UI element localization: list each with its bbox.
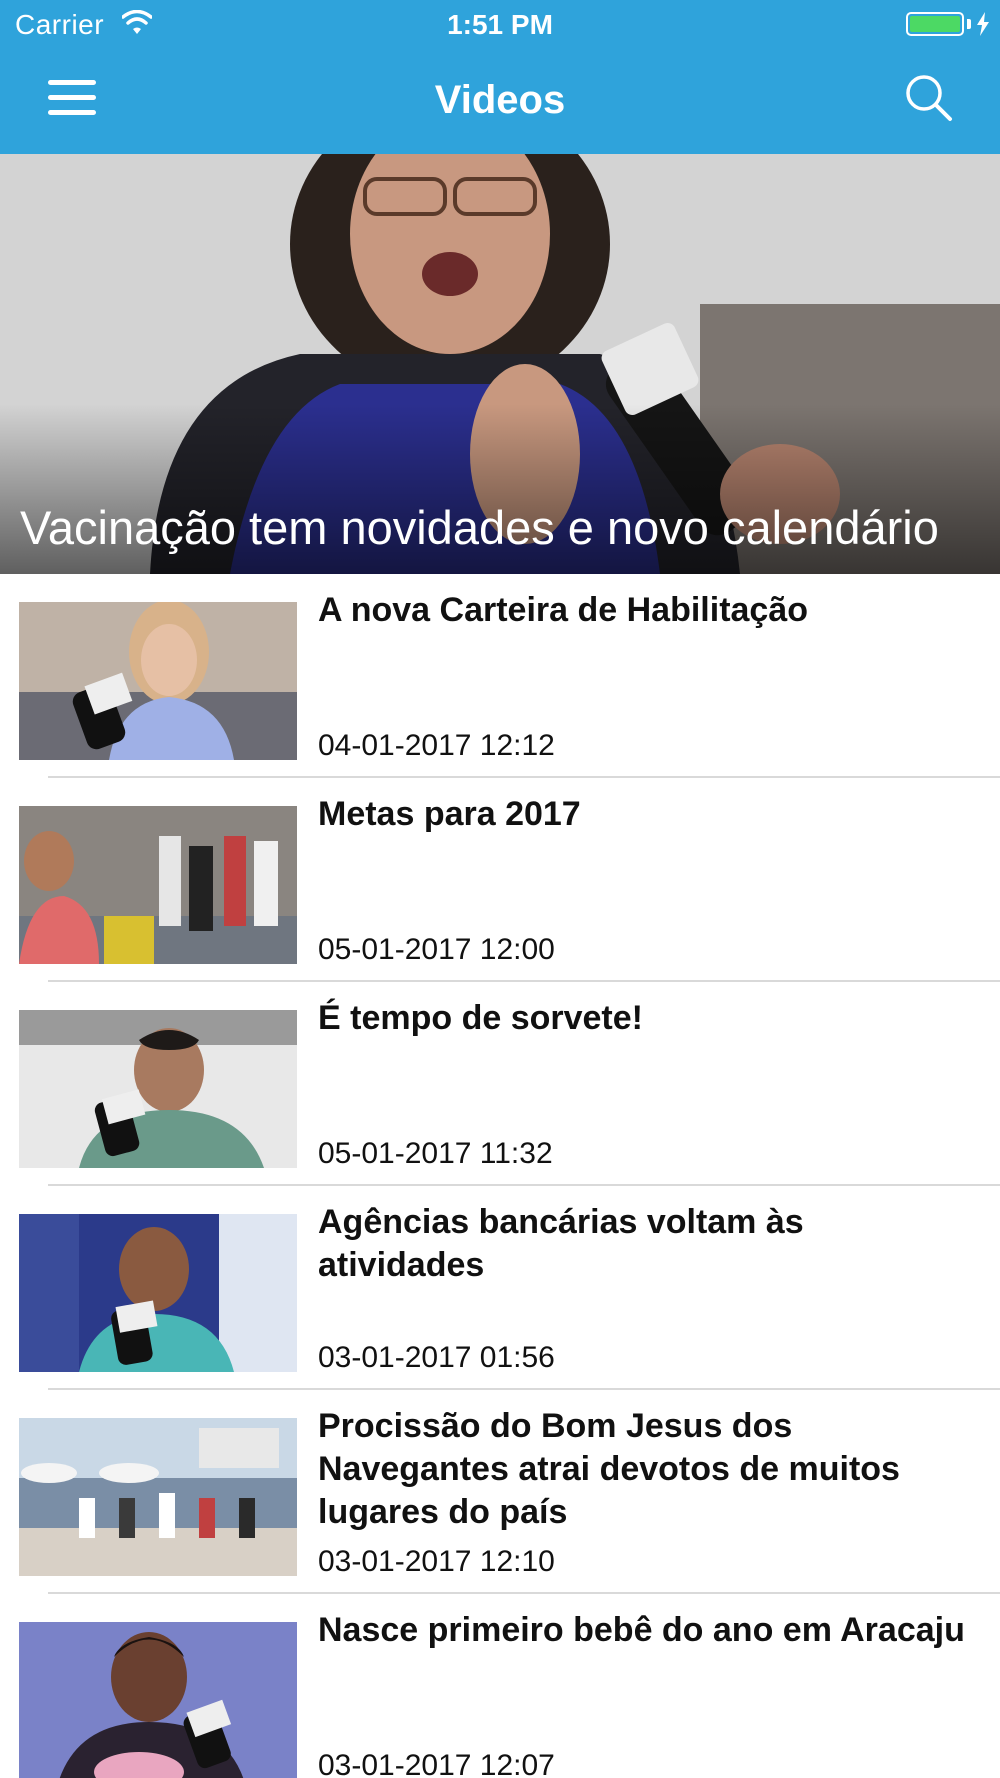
charging-icon xyxy=(977,12,989,36)
video-title: É tempo de sorvete! xyxy=(318,999,643,1037)
battery-cap xyxy=(967,19,971,29)
video-thumbnail xyxy=(19,1214,297,1372)
status-bar: Carrier 1:51 PM xyxy=(0,0,1000,50)
video-title: Metas para 2017 xyxy=(318,795,581,833)
search-icon[interactable] xyxy=(905,74,953,122)
featured-video-title: Vacinação tem novidades e novo calendári… xyxy=(20,501,939,554)
battery-icon xyxy=(906,12,964,36)
video-title: Nasce primeiro bebê do ano em Aracaju xyxy=(318,1611,965,1649)
video-thumbnail xyxy=(19,602,297,760)
video-date: 05-01-2017 12:00 xyxy=(318,933,555,966)
top-bar: Carrier 1:51 PM Videos xyxy=(0,0,1000,154)
video-date: 04-01-2017 12:12 xyxy=(318,729,555,762)
page-title: Videos xyxy=(434,78,566,122)
video-title: Procissão do Bom Jesus dos Navegantes at… xyxy=(318,1407,900,1531)
video-list-item[interactable]: Procissão do Bom Jesus dos Navegantes at… xyxy=(0,1390,1000,1594)
status-time: 1:51 PM xyxy=(447,9,553,40)
video-date: 03-01-2017 12:07 xyxy=(318,1749,555,1778)
video-thumbnail xyxy=(19,1418,297,1576)
video-list-item[interactable]: Metas para 2017 05-01-2017 12:00 xyxy=(0,778,1000,982)
video-list-item[interactable]: A nova Carteira de Habilitação 04-01-201… xyxy=(0,574,1000,778)
video-list: A nova Carteira de Habilitação 04-01-201… xyxy=(0,574,1000,1778)
video-list-item[interactable]: Nasce primeiro bebê do ano em Aracaju 03… xyxy=(0,1594,1000,1778)
video-thumbnail xyxy=(19,806,297,964)
video-date: 03-01-2017 12:10 xyxy=(318,1545,555,1578)
video-title: Agências bancárias voltam às atividades xyxy=(318,1203,804,1284)
featured-video[interactable]: Vacinação tem novidades e novo calendári… xyxy=(0,154,1000,574)
video-date: 03-01-2017 01:56 xyxy=(318,1341,555,1374)
video-title: A nova Carteira de Habilitação xyxy=(318,591,809,629)
video-thumbnail xyxy=(19,1622,297,1778)
video-list-item[interactable]: Agências bancárias voltam às atividades … xyxy=(0,1186,1000,1390)
video-date: 05-01-2017 11:32 xyxy=(318,1137,553,1170)
video-thumbnail xyxy=(19,1010,297,1168)
video-list-item[interactable]: É tempo de sorvete! 05-01-2017 11:32 xyxy=(0,982,1000,1186)
